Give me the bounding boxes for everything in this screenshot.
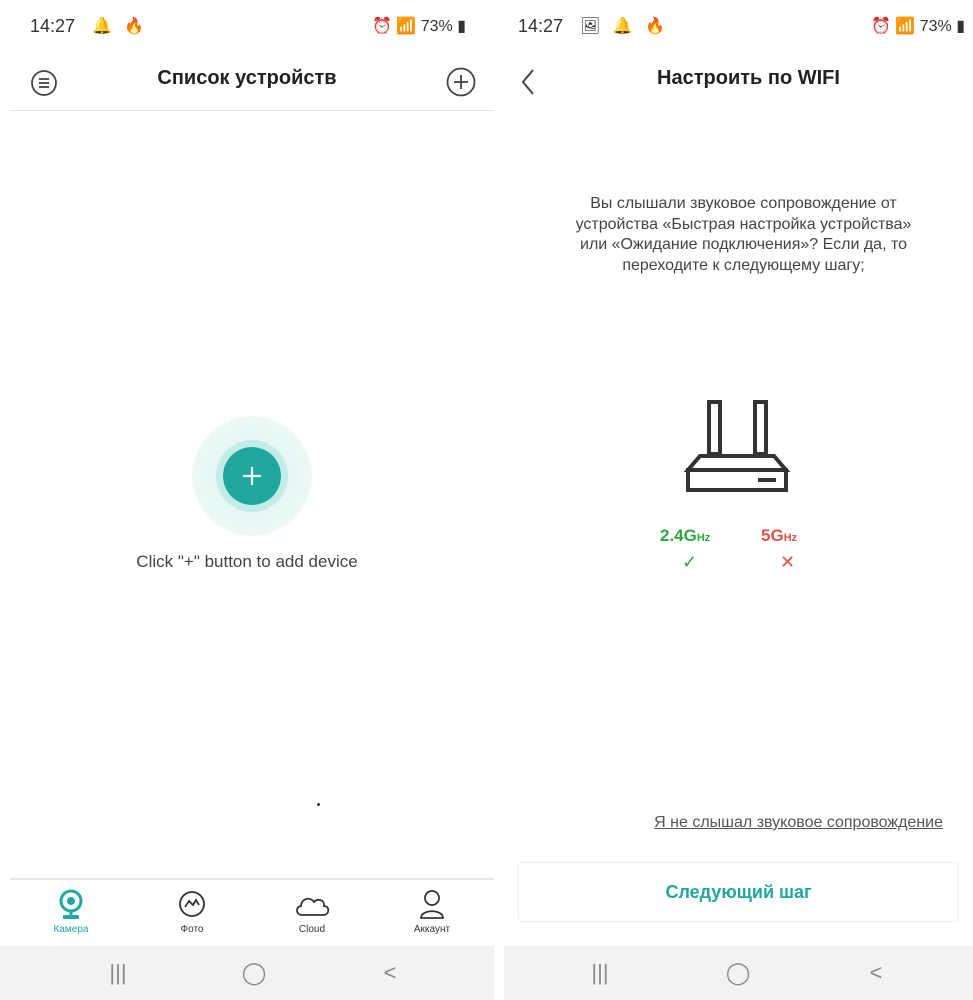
add-device-halo bbox=[192, 416, 312, 536]
status-bar: 14:27 🖼 🔔 🔥 ⏰ 📶 73% ▮ bbox=[504, 0, 973, 56]
battery-level: 73% bbox=[420, 18, 453, 35]
battery-icon: ▮ bbox=[956, 18, 965, 35]
home-icon: ◯ bbox=[241, 960, 267, 985]
battery-icon: ▮ bbox=[457, 18, 466, 35]
status-bar: 14:27 🔔 🔥 ⏰ 📶 73% ▮ bbox=[0, 0, 494, 56]
account-icon bbox=[420, 890, 444, 919]
alarm-icon: ⏰ bbox=[870, 18, 891, 35]
tab-label-account: Аккаунт bbox=[413, 924, 451, 935]
home-icon: ◯ bbox=[725, 960, 751, 985]
add-device-center-button[interactable] bbox=[216, 440, 288, 512]
tab-label-cloud: Cloud bbox=[298, 924, 326, 935]
router-icon bbox=[683, 400, 791, 492]
check-icon: ✓ bbox=[682, 552, 698, 572]
tabbar-divider bbox=[10, 878, 494, 880]
band-2-4ghz-unit: Hz bbox=[696, 532, 711, 544]
recent-apps-icon: ||| bbox=[591, 960, 609, 985]
stray-dot bbox=[317, 803, 320, 806]
band-5ghz-unit: Hz bbox=[783, 532, 798, 544]
instruction-text: Вы слышали звуковое сопровождение от уст… bbox=[575, 195, 912, 274]
home-button[interactable]: ◯ bbox=[708, 946, 768, 1000]
status-right: ⏰ 📶 73% ▮ bbox=[372, 16, 466, 36]
tab-cloud[interactable]: Cloud bbox=[272, 884, 352, 944]
back-button[interactable]: < bbox=[846, 946, 906, 1000]
cloud-icon bbox=[296, 897, 330, 916]
alarm-icon: ⏰ bbox=[371, 18, 392, 35]
tab-photo[interactable]: Фото bbox=[152, 884, 232, 944]
band-5ghz: 5GHz bbox=[761, 526, 797, 546]
band-5ghz-main: 5G bbox=[761, 526, 784, 545]
page-title: Настроить по WIFI bbox=[657, 67, 840, 89]
home-button[interactable]: ◯ bbox=[224, 946, 284, 1000]
band-2-4ghz-main: 2.4G bbox=[660, 526, 697, 545]
divider bbox=[10, 110, 494, 111]
plus-circle-icon bbox=[446, 67, 476, 97]
recent-apps-button[interactable]: ||| bbox=[88, 946, 148, 1000]
next-step-button[interactable]: Следующий шаг bbox=[518, 862, 959, 922]
system-nav-bar: ||| ◯ < bbox=[0, 946, 494, 1000]
device-list-screen: 14:27 🔔 🔥 ⏰ 📶 73% ▮ Список устройств Cli… bbox=[0, 0, 494, 1000]
back-icon: < bbox=[383, 960, 397, 985]
wifi-signal-icon: 📶 bbox=[396, 18, 417, 35]
plus-icon bbox=[243, 467, 261, 485]
battery-level: 73% bbox=[919, 18, 952, 35]
tab-label-photo: Фото bbox=[180, 924, 204, 935]
system-nav-bar: ||| ◯ < bbox=[504, 946, 973, 1000]
tab-label-camera: Камера bbox=[53, 924, 89, 935]
tab-account[interactable]: Аккаунт bbox=[392, 884, 472, 944]
empty-state-text: Click "+" button to add device bbox=[136, 552, 358, 571]
back-icon: < bbox=[869, 960, 883, 985]
add-device-button[interactable] bbox=[442, 63, 480, 101]
wifi-setup-screen: 14:27 🖼 🔔 🔥 ⏰ 📶 73% ▮ Настроить по WIFI … bbox=[504, 0, 973, 1000]
recent-apps-icon: ||| bbox=[109, 960, 127, 985]
app-bar: Настроить по WIFI bbox=[504, 56, 973, 110]
status-time: 14:27 bbox=[518, 16, 564, 36]
back-button[interactable]: < bbox=[360, 946, 420, 1000]
status-right: ⏰ 📶 73% ▮ bbox=[871, 16, 965, 36]
cross-icon: ✕ bbox=[780, 552, 796, 572]
photo-icon bbox=[179, 891, 205, 917]
not-heard-link[interactable]: Я не слышал звуковое сопровождение bbox=[544, 814, 943, 832]
notification-icons: 🔔 🔥 bbox=[92, 18, 149, 35]
app-bar: Список устройств bbox=[0, 56, 494, 110]
recent-apps-button[interactable]: ||| bbox=[570, 946, 630, 1000]
wifi-signal-icon: 📶 bbox=[895, 18, 916, 35]
camera-icon bbox=[59, 889, 83, 919]
center-plus-fill bbox=[223, 447, 281, 505]
notification-icons: 🖼 🔔 🔥 bbox=[580, 18, 670, 35]
page-title: Список устройств bbox=[157, 67, 337, 89]
band-2-4ghz: 2.4GHz bbox=[660, 526, 710, 546]
status-time: 14:27 bbox=[30, 16, 76, 36]
tab-camera[interactable]: Камера bbox=[31, 884, 111, 944]
